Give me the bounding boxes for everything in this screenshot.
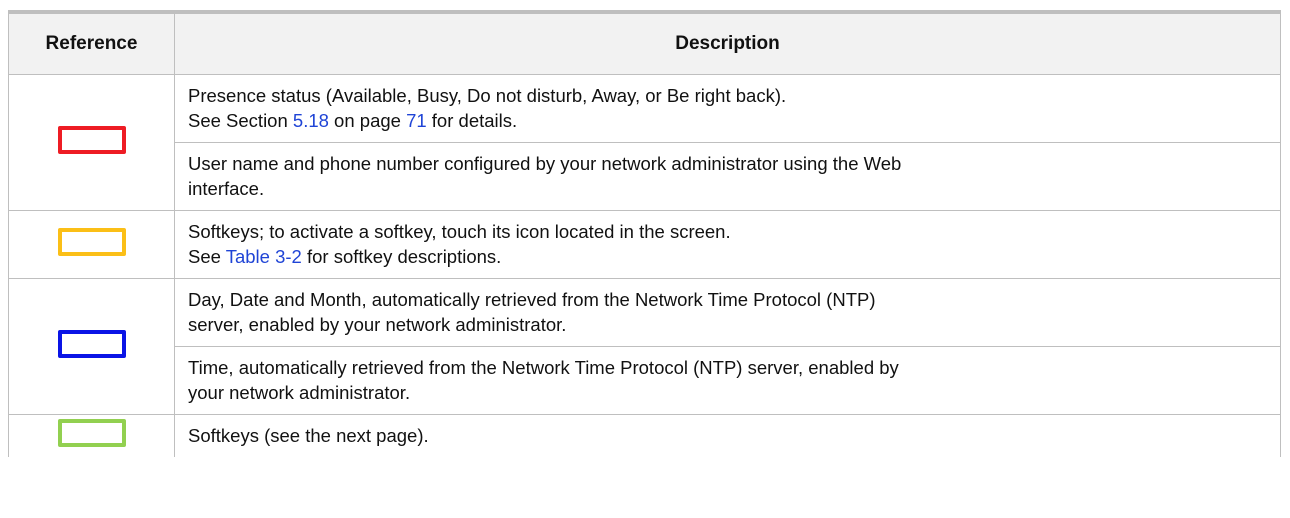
green-reference-box xyxy=(57,419,126,447)
description-text: See Section 5.18 on page 71 for details. xyxy=(188,108,1266,133)
reference-cell-blue xyxy=(8,277,175,415)
description-cell-time: Time, automatically retrieved from the N… xyxy=(174,345,1281,415)
table-row: Day, Date and Month, automatically retri… xyxy=(8,277,1281,415)
description-column-header: Description xyxy=(174,10,1281,75)
document-page: Reference Description Presence status (A… xyxy=(0,0,1290,518)
description-text: server, enabled by your network administ… xyxy=(188,313,567,335)
blue-reference-box xyxy=(57,329,126,358)
description-text: Day, Date and Month, automatically retri… xyxy=(188,288,876,310)
description-text: See Table 3-2 for softkey descriptions. xyxy=(188,244,1266,269)
description-text: interface. xyxy=(188,177,265,199)
description-text: your network administrator. xyxy=(188,381,411,403)
section-5-18-link[interactable]: 5.18 xyxy=(293,110,329,131)
table-row: User name and phone number configured by… xyxy=(9,141,1281,211)
reference-description-table: Reference Description Presence status (A… xyxy=(8,10,1281,457)
table-row: Presence status (Available, Busy, Do not… xyxy=(8,73,1281,211)
table-header-row: Reference Description xyxy=(8,10,1281,75)
description-text: Softkeys (see the next page). xyxy=(188,424,429,446)
description-cell-presence: Presence status (Available, Busy, Do not… xyxy=(174,73,1281,143)
yellow-reference-box xyxy=(57,227,126,256)
reference-column-header: Reference xyxy=(8,10,175,75)
table-3-2-link[interactable]: Table 3-2 xyxy=(226,246,302,267)
reference-cell-red xyxy=(8,73,175,211)
description-text-segment: on page xyxy=(328,109,407,131)
table-row: Time, automatically retrieved from the N… xyxy=(9,345,1281,415)
description-cell-more-softkeys: Softkeys (see the next page). xyxy=(174,413,1281,457)
table-row: Softkeys; to activate a softkey, touch i… xyxy=(8,209,1281,279)
description-text-segment: for softkey descriptions. xyxy=(301,245,502,267)
red-reference-box xyxy=(57,125,126,154)
table-row: Softkeys (see the next page). xyxy=(8,413,1281,457)
description-text-segment: See Section xyxy=(188,109,293,131)
page-71-link[interactable]: 71 xyxy=(406,110,427,131)
description-cell-softkeys: Softkeys; to activate a softkey, touch i… xyxy=(174,209,1281,279)
reference-cell-yellow xyxy=(8,209,175,279)
description-text: Time, automatically retrieved from the N… xyxy=(188,356,899,378)
description-text: Softkeys; to activate a softkey, touch i… xyxy=(188,220,731,242)
description-cell-date: Day, Date and Month, automatically retri… xyxy=(174,277,1281,347)
description-text-segment: for details. xyxy=(426,109,518,131)
description-cell-username: User name and phone number configured by… xyxy=(174,141,1281,211)
description-text-segment: See xyxy=(188,245,226,267)
reference-cell-green xyxy=(8,413,175,457)
description-text: User name and phone number configured by… xyxy=(188,152,902,174)
description-text: Presence status (Available, Busy, Do not… xyxy=(188,84,787,106)
